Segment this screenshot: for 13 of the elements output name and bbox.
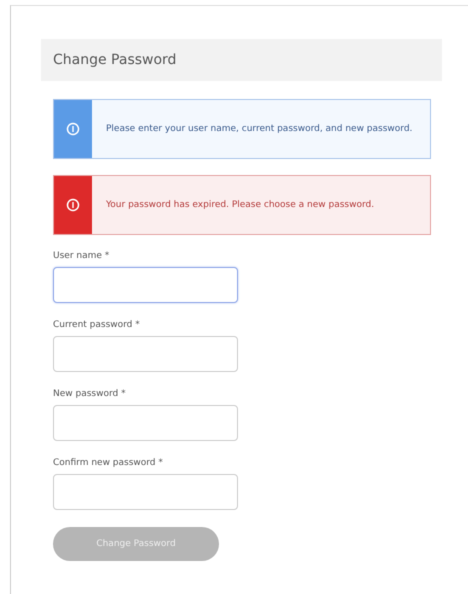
input-field[interactable] xyxy=(53,405,238,441)
page-title: Change Password xyxy=(41,39,442,81)
field-label: User name * xyxy=(53,251,110,261)
alert-icon xyxy=(66,198,80,212)
input-field[interactable] xyxy=(53,474,238,510)
alert-message: Your password has expired. Please choose a new password. xyxy=(105,199,376,212)
alert-message: Please enter your user name, current password, and new password. xyxy=(105,123,414,136)
input-field[interactable] xyxy=(53,336,238,372)
field-label: Confirm new password * xyxy=(53,458,164,468)
input-field[interactable] xyxy=(53,267,238,303)
field-label: New password * xyxy=(53,389,127,399)
field-label: Current password * xyxy=(53,320,141,330)
info-icon xyxy=(66,122,80,136)
